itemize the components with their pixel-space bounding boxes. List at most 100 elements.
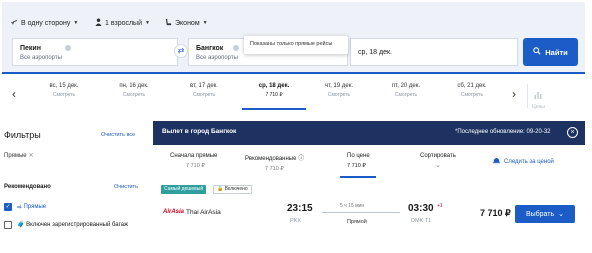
close-icon[interactable]: ✕: [29, 153, 34, 159]
price-chart-toggle[interactable]: Цены: [532, 86, 545, 110]
results-header: Вылет в город Бангкок *Последнее обновле…: [153, 121, 585, 145]
select-button[interactable]: Выбрать ⌄: [515, 205, 575, 223]
date-price: Смотреть: [460, 92, 484, 98]
bar-chart-icon: [534, 86, 542, 103]
close-icon[interactable]: ×: [567, 127, 578, 138]
cabin-class-dropdown[interactable]: Эконом ▼: [165, 18, 208, 28]
watch-price-label: Следить за ценой: [504, 158, 554, 165]
chevron-left-icon[interactable]: ‹: [12, 87, 16, 101]
chevron-down-icon: ▼: [202, 20, 208, 26]
next-day-indicator: +1: [437, 203, 443, 209]
date-price: Смотреть: [122, 92, 146, 98]
search-button-label: Найти: [545, 47, 568, 57]
chevron-down-icon: ⌄: [558, 211, 565, 218]
seat-icon: [165, 18, 172, 28]
date-field[interactable]: ср, 18 дек.: [350, 38, 518, 66]
tab-label: Рекомендованные: [245, 156, 297, 162]
chevron-right-icon[interactable]: ›: [512, 87, 516, 101]
select-button-label: Выбрать: [525, 210, 555, 218]
date-price: Смотреть: [52, 92, 76, 98]
date-price: Смотреть: [327, 92, 351, 98]
magnifier-icon: [533, 47, 541, 57]
date-label: пн, 16 дек.: [119, 83, 149, 89]
date-label: сб, 21 дек.: [457, 83, 487, 89]
option-label: Прямые: [23, 204, 47, 210]
sort-dropdown[interactable]: Сортировать ⌄: [420, 153, 456, 169]
destination-city: Бангкок: [196, 45, 224, 52]
last-updated: *Последнее обновление: 09-20-32: [455, 129, 551, 135]
date-price: 7 710 ₽: [265, 92, 283, 98]
option-label: Включен зарегистрированный багаж: [26, 222, 129, 228]
date-label: пт, 20 дек.: [391, 83, 421, 89]
trip-type-dropdown[interactable]: В одну сторону ▼: [10, 18, 78, 28]
depart-airport: PKX: [290, 218, 302, 224]
baggage-included-badge: 🔒 Включено: [213, 185, 252, 194]
origin-field[interactable]: Пекин Все аэропорты: [12, 38, 178, 66]
date-cell[interactable]: чт, 19 дек. Смотреть: [307, 83, 371, 98]
sort-label: Сортировать: [420, 153, 456, 159]
info-dot-icon: [233, 45, 239, 51]
divider: [527, 84, 528, 108]
chevron-down-icon: ▼: [73, 20, 79, 26]
date-cell[interactable]: вт, 17 дек. Смотреть: [172, 83, 236, 98]
baggage-icon: 🔒: [217, 186, 224, 192]
airline-name: Thai AirAsia: [186, 209, 221, 216]
passengers-label: 1 взрослый: [105, 19, 142, 27]
search-button[interactable]: Найти: [523, 38, 578, 66]
direct-flight-icon: ⥤: [17, 204, 22, 210]
search-panel: В одну сторону ▼ 1 взрослый ▼ Эконом ▼ П…: [2, 2, 585, 74]
recommended-clear-link[interactable]: Очистить: [114, 184, 138, 190]
flight-price: 7 710 ₽: [480, 208, 511, 218]
cheapest-badge: Самый дешевый: [161, 185, 207, 194]
tab-direct-first[interactable]: Сначала прямые 7 710 ₽: [170, 153, 217, 169]
results-title: Вылет в город Бангкок: [162, 128, 237, 135]
filters-title: Фильтры: [4, 130, 41, 140]
direct-checkbox[interactable]: ✓: [4, 203, 12, 211]
info-icon[interactable]: ⓘ: [298, 156, 304, 162]
clear-all-link[interactable]: Очистить все: [101, 132, 135, 138]
arrive-airport: DMK T1: [411, 218, 432, 224]
airasia-logo: AirAsia: [163, 209, 185, 215]
tab-label: По цене: [347, 153, 370, 159]
bell-icon: [492, 156, 501, 167]
baggage-checkbox[interactable]: [4, 221, 12, 229]
destination-airports: Все аэропорты: [196, 55, 238, 61]
stops-label: Прямой: [347, 219, 367, 225]
date-cell-selected[interactable]: ср, 18 дек. 7 710 ₽: [242, 83, 306, 98]
route-line: [322, 212, 400, 213]
active-filter-chip[interactable]: Прямые ✕: [4, 152, 34, 159]
direct-checkbox-label[interactable]: ⥤ Прямые: [17, 203, 46, 211]
baggage-checkbox-label[interactable]: 🧳 Включен зарегистрированный багаж: [17, 221, 137, 229]
date-label: ср, 18 дек.: [258, 83, 290, 89]
date-cell[interactable]: сб, 21 дек. Смотреть: [440, 83, 504, 98]
date-price: Смотреть: [394, 92, 418, 98]
date-price: Смотреть: [192, 92, 216, 98]
date-cell[interactable]: пт, 20 дек. Смотреть: [374, 83, 438, 98]
chevron-down-icon: ▼: [145, 20, 150, 26]
passengers-dropdown[interactable]: 1 взрослый ▼: [95, 18, 150, 28]
baggage-icon: 🧳: [17, 222, 25, 228]
arrive-time: 03:30: [408, 203, 434, 214]
selected-date-underline: [242, 108, 306, 110]
tab-price: 7 710 ₽: [265, 166, 284, 172]
person-icon: [95, 18, 102, 28]
date-cell[interactable]: вс, 15 дек. Смотреть: [32, 83, 96, 98]
date-value: ср, 18 дек.: [358, 49, 392, 56]
date-cell[interactable]: пн, 16 дек. Смотреть: [102, 83, 166, 98]
swap-arrows-icon[interactable]: ⇄: [174, 44, 188, 58]
tab-price: 7 710 ₽: [186, 163, 205, 169]
cabin-class-label: Эконом: [175, 19, 200, 27]
direct-flights-tooltip: Показаны только прямые рейсы: [244, 36, 348, 54]
tab-recommended[interactable]: Рекомендованные ⓘ 7 710 ₽: [245, 153, 304, 172]
chip-label: Прямые: [4, 153, 27, 159]
origin-city: Пекин: [20, 45, 41, 52]
date-strip: ‹ вс, 15 дек. Смотреть пн, 16 дек. Смотр…: [2, 80, 585, 110]
info-dot-icon: [65, 45, 71, 51]
flight-duration: 5 ч 15 мин: [338, 203, 367, 209]
chevron-down-icon: ⌄: [434, 162, 441, 169]
recommended-title: Рекомендовано: [4, 184, 51, 190]
date-label: вс, 15 дек.: [49, 83, 79, 89]
tab-by-price[interactable]: По цене 7 710 ₽: [347, 153, 370, 169]
watch-price-button[interactable]: Следить за ценой: [492, 156, 554, 167]
tab-price: 7 710 ₽: [347, 163, 366, 169]
